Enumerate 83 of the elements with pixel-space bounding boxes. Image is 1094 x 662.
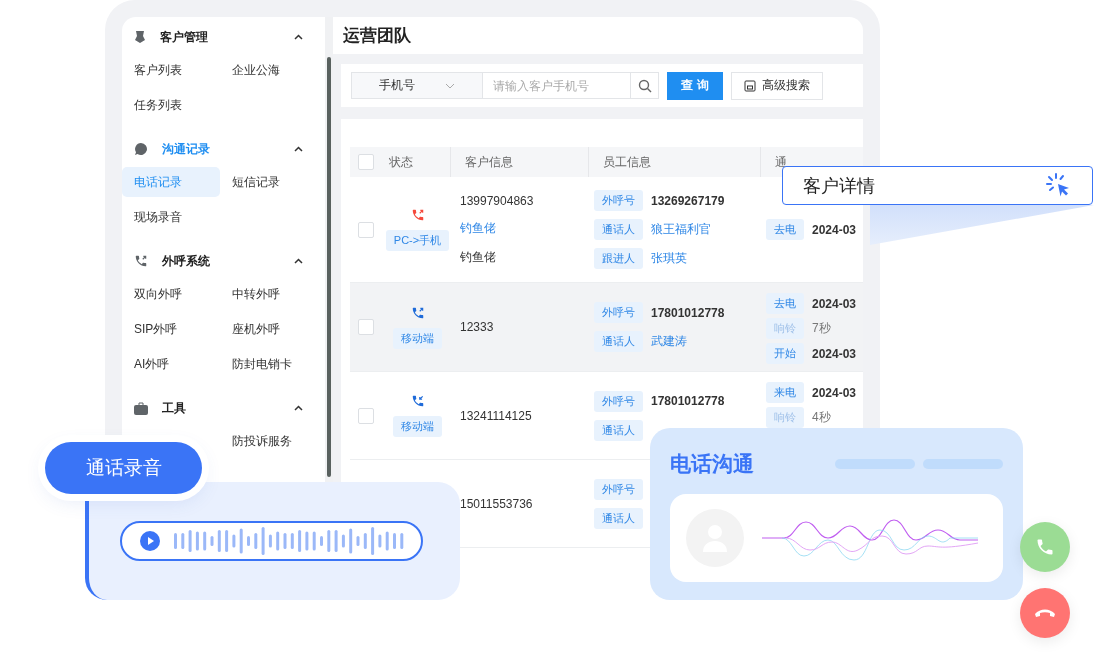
channel-tag: 移动端 [393, 416, 442, 437]
sidebar-item[interactable]: 座机外呼 [220, 314, 318, 344]
time-tag: 去电 [766, 219, 804, 240]
time-tag: 响铃 [766, 407, 804, 428]
hang-up-button[interactable] [1020, 588, 1070, 638]
channel-tag: 移动端 [393, 327, 442, 349]
customer-phone: 13997904863 [460, 193, 534, 208]
channel-tag: PC->手机 [385, 230, 450, 251]
chevron-icon[interactable] [294, 34, 303, 40]
time-tag: 开始 [766, 343, 804, 364]
staff-value: 13269267179 [651, 193, 725, 208]
sidebar-item[interactable]: 中转外呼 [220, 279, 318, 309]
field-tag: 通话人 [594, 219, 643, 240]
sidebar-item[interactable]: 防封电销卡 [220, 349, 318, 379]
sidebar-item[interactable]: 任务列表 [122, 90, 220, 120]
row-checkbox[interactable] [358, 319, 374, 335]
time-value: 2024-03 [812, 296, 857, 311]
phone-call-icon [134, 254, 148, 268]
badge-icon [134, 30, 146, 44]
sidebar-item[interactable]: 客户列表 [122, 55, 220, 85]
group-title: 沟通记录 [162, 140, 211, 158]
audio-player[interactable] [120, 521, 423, 561]
column-header: 员工信息 [603, 153, 651, 171]
sidebar-item[interactable]: 双向外呼 [122, 279, 220, 309]
scrollbar-thumb[interactable] [327, 57, 331, 477]
field-tag: 外呼号 [594, 390, 643, 412]
sidebar-item[interactable]: 现场录音 [122, 202, 220, 232]
group-title: 外呼系统 [162, 252, 211, 270]
chevron-icon[interactable] [294, 405, 303, 411]
hang-up-icon [1034, 607, 1056, 619]
checkbox[interactable] [358, 154, 374, 170]
column-header: 客户信息 [465, 153, 513, 171]
field-tag: 跟进人 [594, 248, 643, 269]
sidebar-item[interactable]: 防投诉服务 [220, 426, 318, 456]
phone-icon [1035, 537, 1055, 557]
search-button[interactable] [631, 72, 659, 99]
time-tag: 响铃 [766, 318, 804, 339]
group-title: 工具 [162, 399, 187, 417]
save-icon [744, 79, 756, 92]
sidebar-item[interactable]: AI外呼 [122, 349, 220, 379]
field-tag: 外呼号 [594, 190, 643, 211]
time-value: 2024-03 [812, 222, 857, 237]
staff-link[interactable]: 武建涛 [651, 333, 687, 350]
chevron-down-icon [445, 82, 455, 89]
customer-phone: 12333 [460, 320, 494, 334]
search-icon [637, 78, 652, 93]
field-tag: 外呼号 [594, 478, 643, 500]
phone-input[interactable]: 请输入客户手机号 [483, 72, 631, 99]
customer-phone: 15011553736 [460, 496, 533, 511]
staff-link[interactable]: 张琪英 [651, 250, 687, 267]
column-header: 状态 [389, 153, 413, 171]
sidebar-item[interactable]: 企业公海 [220, 55, 318, 85]
row-checkbox[interactable] [358, 221, 374, 238]
advanced-search-button[interactable]: 高级搜索 [731, 71, 823, 100]
time-value: 7秒 [812, 320, 831, 337]
chevron-icon[interactable] [294, 146, 303, 152]
staff-link[interactable]: 狼王福利官 [651, 221, 711, 238]
time-value: 2024-03 [812, 346, 857, 361]
page-title: 运营团队 [333, 17, 863, 54]
chat-bubble-icon [134, 142, 148, 156]
group-title: 客户管理 [160, 28, 209, 46]
field-tag: 通话人 [594, 419, 643, 441]
field-tag: 通话人 [594, 507, 643, 529]
time-value: 2024-03 [812, 385, 857, 400]
customer-detail-button[interactable]: 客户详情 [782, 166, 1093, 205]
briefcase-icon [134, 401, 148, 415]
chevron-icon[interactable] [294, 258, 303, 264]
card-title: 电话沟通 [670, 451, 754, 477]
staff-value: 17801012778 [651, 394, 725, 408]
play-icon[interactable] [140, 531, 160, 551]
row-checkbox[interactable] [358, 407, 374, 424]
time-tag: 去电 [766, 293, 804, 314]
field-select[interactable]: 手机号 [351, 72, 483, 99]
time-value: 4秒 [812, 409, 831, 426]
customer-note: 钓鱼佬 [460, 248, 496, 266]
field-tag: 外呼号 [594, 302, 643, 323]
sidebar-item[interactable]: 短信记录 [220, 167, 318, 197]
staff-value: 17801012778 [651, 305, 725, 320]
field-tag: 通话人 [594, 331, 643, 352]
customer-phone: 13241114125 [460, 408, 532, 423]
time-tag: 来电 [766, 382, 804, 403]
sidebar-item[interactable]: SIP外呼 [122, 314, 220, 344]
customer-name-link[interactable]: 钓鱼佬 [460, 219, 496, 237]
